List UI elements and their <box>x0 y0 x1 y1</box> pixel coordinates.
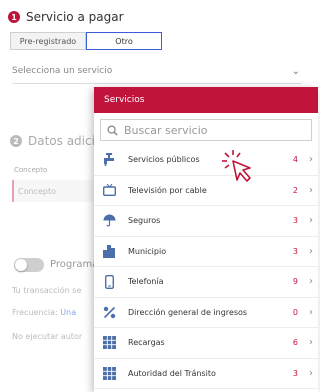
list-item[interactable]: Servicios públicos 4 › <box>94 145 318 176</box>
chevron-right-icon: › <box>309 337 313 349</box>
item-count: 0 <box>292 307 298 317</box>
step1-header: 1 Servicio a pagar <box>8 10 124 24</box>
services-dropdown: Servicios Servicios públicos 4 › Televis… <box>94 87 318 392</box>
item-count: 4 <box>292 155 298 165</box>
item-label: Telefonía <box>128 277 164 287</box>
phone-icon <box>102 274 116 289</box>
other-option[interactable]: Otro <box>86 32 162 50</box>
chevron-right-icon: › <box>309 367 313 379</box>
list-item[interactable]: Telefonía 9 › <box>94 267 318 298</box>
item-count: 2 <box>292 185 298 195</box>
search-icon <box>107 121 118 140</box>
program-toggle-switch[interactable] <box>14 258 44 272</box>
item-label: Dirección general de ingresos <box>128 307 248 317</box>
chevron-right-icon: › <box>309 184 313 196</box>
frequency-row: Frecuencia: Una <box>12 308 76 317</box>
percent-icon <box>102 305 116 319</box>
service-select-placeholder: Selecciona un servicio <box>12 66 113 76</box>
chevron-right-icon: › <box>309 276 313 288</box>
click-cursor-icon <box>222 150 258 190</box>
item-count: 3 <box>292 368 298 378</box>
item-label: Televisión por cable <box>128 185 207 195</box>
program-label: Programa <box>50 259 99 270</box>
transaction-note: Tu transacción se <box>12 286 82 295</box>
service-type-toggle: Pre-registrado Otro <box>10 32 162 50</box>
step2-title: Datos adicio <box>28 134 103 148</box>
item-label: Servicios públicos <box>128 155 200 165</box>
chevron-right-icon: › <box>309 215 313 227</box>
frequency-label: Frecuencia: <box>12 308 58 317</box>
step2-header: 2 Datos adicio <box>10 134 102 148</box>
list-item[interactable]: Recargas 6 › <box>94 328 318 359</box>
list-item[interactable]: Televisión por cable 2 › <box>94 176 318 206</box>
list-item[interactable]: Autoridad del Tránsito 3 › <box>94 359 318 389</box>
service-list: Servicios públicos 4 › Televisión por ca… <box>94 145 318 389</box>
service-select[interactable]: Selecciona un servicio ⌄ <box>12 66 302 84</box>
item-count: 9 <box>292 277 298 287</box>
grid-icon <box>102 366 116 380</box>
chevron-down-icon: ⌄ <box>291 66 300 77</box>
chevron-right-icon: › <box>309 154 313 166</box>
step1-number-badge: 1 <box>8 11 20 23</box>
water-tap-icon <box>102 153 116 167</box>
umbrella-icon <box>102 214 116 228</box>
concepto-input[interactable]: Concepto <box>12 180 96 202</box>
item-count: 3 <box>292 246 298 256</box>
step1-title: Servicio a pagar <box>26 10 124 24</box>
search-input[interactable] <box>124 123 294 137</box>
building-icon <box>102 244 116 258</box>
item-label: Recargas <box>128 338 165 348</box>
chevron-right-icon: › <box>309 306 313 318</box>
tv-icon <box>102 183 116 197</box>
item-count: 6 <box>292 338 298 348</box>
list-item[interactable]: Seguros 3 › <box>94 206 318 237</box>
item-label: Seguros <box>128 216 161 226</box>
grid-icon <box>102 336 116 350</box>
pre-registered-option[interactable]: Pre-registrado <box>10 32 86 50</box>
item-count: 3 <box>292 216 298 226</box>
list-item[interactable]: Municipio 3 › <box>94 237 318 267</box>
item-label: Municipio <box>128 246 167 256</box>
concepto-label: Concepto <box>14 166 48 174</box>
search-box <box>100 119 312 141</box>
step2-number-badge: 2 <box>10 135 22 147</box>
dropdown-header: Servicios <box>94 87 318 113</box>
item-label: Autoridad del Tránsito <box>128 368 216 378</box>
chevron-right-icon: › <box>309 245 313 257</box>
list-item[interactable]: Dirección general de ingresos 0 › <box>94 298 318 328</box>
no-execute-note: No ejecutar autor <box>12 332 83 341</box>
frequency-link[interactable]: Una <box>60 308 76 317</box>
